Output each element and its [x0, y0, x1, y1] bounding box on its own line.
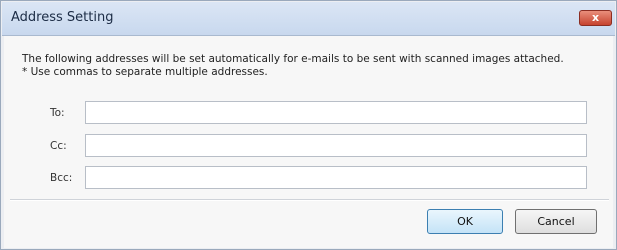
description-note: * Use commas to separate multiple addres… — [22, 66, 268, 78]
bcc-label: Bcc: — [50, 172, 73, 184]
cancel-button[interactable]: Cancel — [515, 209, 597, 234]
to-label: To: — [50, 107, 65, 119]
cc-field[interactable] — [85, 134, 587, 157]
cc-label: Cc: — [50, 140, 67, 152]
bcc-field[interactable] — [85, 166, 587, 189]
description-text: The following addresses will be set auto… — [22, 53, 564, 65]
close-icon: x — [591, 11, 600, 24]
separator — [10, 199, 609, 201]
dialog-title: Address Setting — [11, 10, 114, 25]
title-bar[interactable]: Address Setting x — [2, 2, 615, 36]
close-button[interactable]: x — [579, 10, 612, 26]
address-setting-dialog: Address Setting x The following addresse… — [0, 0, 617, 250]
to-field[interactable] — [85, 101, 587, 124]
ok-button[interactable]: OK — [427, 209, 503, 234]
